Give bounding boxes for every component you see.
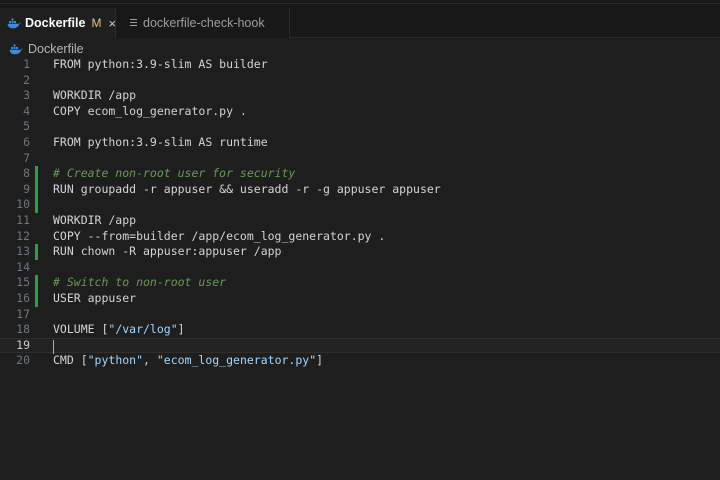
code-string: "ecom_log_generator.py" [156,353,317,368]
line-number: 6 [23,135,30,149]
code-line[interactable]: 15 # Switch to non-root user [0,275,720,291]
code-line[interactable]: 2 [0,73,720,89]
modified-indicator: M [91,16,102,30]
code-line[interactable]: 1 FROM python:3.9-slim AS builder [0,57,720,73]
gutter-added-marker[interactable] [35,166,38,213]
code-line[interactable]: 12 COPY --from=builder /app/ecom_log_gene… [0,229,720,245]
code-string: "python" [87,353,144,368]
line-number: 7 [23,150,30,165]
code-line[interactable]: 6 FROM python:3.9-slim AS runtime [0,135,720,151]
code-string: "/var/log" [108,322,178,337]
line-number: 3 [23,88,30,103]
code-line[interactable]: 14 [0,260,720,276]
line-number: 14 [16,259,30,274]
code-text: WORKDIR /app [53,88,136,104]
code-token: FROM python:3.9-slim AS builder [53,57,268,71]
line-number: 1 [23,57,30,71]
line-number: 11 [16,213,30,227]
code-line[interactable]: 13 RUN chown -R appuser:appuser /app [0,244,720,260]
code-line[interactable]: 3 WORKDIR /app [0,88,720,104]
tab-dockerfile[interactable]: Dockerfile M × [0,8,116,38]
code-text: WORKDIR /app [53,213,136,229]
code-token: USER appuser [53,291,137,305]
line-number: 19 [16,337,30,352]
code-token: COPY --from=builder /app/ecom_log_genera… [53,228,386,243]
line-number: 16 [16,291,30,305]
tab-label: dockerfile-check-hook [143,16,265,30]
code-comment: # Switch to non-root user [53,275,227,290]
line-number: 4 [23,103,30,118]
code-token: RUN groupadd -r appuser && useradd -r -g… [53,181,441,196]
code-line[interactable]: 7 [0,151,720,167]
line-number: 15 [16,275,30,290]
code-line[interactable]: 16 USER appuser [0,291,720,307]
line-number: 8 [23,166,30,181]
text-cursor [53,339,54,354]
line-number: 10 [16,197,30,212]
code-text: # Create non-root user for security [53,166,295,182]
line-number: 5 [23,119,30,134]
code-text: COPY --from=builder /app/ecom_log_genera… [53,229,385,245]
code-comment: # Create non-root user for security [53,166,296,181]
code-line[interactable]: 10 [0,197,720,213]
code-token: COPY ecom_log_generator.py . [53,103,247,118]
docker-whale-icon [7,16,21,30]
docker-whale-icon [9,43,23,55]
line-number: 12 [16,228,30,243]
line-number: 13 [16,244,30,259]
code-line[interactable]: 4 COPY ecom_log_generator.py . [0,104,720,120]
file-lines-icon [130,19,137,27]
code-line[interactable]: 9 RUN groupadd -r appuser && useradd -r -… [0,182,720,198]
line-number: 17 [16,306,30,321]
line-number: 20 [16,353,30,368]
gutter-added-marker[interactable] [35,244,38,260]
code-text: RUN chown -R appuser:appuser /app [53,244,281,260]
line-number: 9 [23,181,30,196]
line-number: 18 [16,322,30,337]
breadcrumb[interactable]: Dockerfile [0,39,720,59]
code-token: ] [177,322,185,337]
line-number: 2 [23,72,30,87]
code-text: RUN groupadd -r appuser && useradd -r -g… [53,182,441,198]
code-token: WORKDIR /app [53,88,137,103]
code-token: WORKDIR /app [53,213,137,227]
window-top-strip [0,0,720,8]
code-line[interactable]: 20 CMD ["python", "ecom_log_generator.py"… [0,353,720,369]
code-token: FROM python:3.9-slim AS runtime [53,135,268,149]
code-text: FROM python:3.9-slim AS runtime [53,135,268,151]
code-token: VOLUME [ [53,322,109,337]
breadcrumb-label: Dockerfile [28,42,84,56]
code-token: , [143,353,157,368]
code-line[interactable]: 5 [0,119,720,135]
code-line-current[interactable]: 19 [0,337,720,354]
code-line[interactable]: 18 VOLUME ["/var/log"] [0,322,720,338]
code-line[interactable]: 11 WORKDIR /app [0,213,720,229]
code-text: CMD ["python", "ecom_log_generator.py"] [53,353,323,369]
close-tab-button[interactable]: × [108,17,116,30]
code-text: USER appuser [53,291,136,307]
code-text: # Switch to non-root user [53,275,226,291]
code-line[interactable]: 17 [0,307,720,323]
code-token: ] [316,353,324,368]
code-text: FROM python:3.9-slim AS builder [53,57,268,73]
tab-label: Dockerfile [25,16,86,30]
gutter-added-marker[interactable] [35,275,38,307]
code-text: COPY ecom_log_generator.py . [53,104,247,120]
code-line[interactable]: 8 # Create non-root user for security [0,166,720,182]
code-editor[interactable]: 1 FROM python:3.9-slim AS builder 2 3 WORKDI… [0,57,720,480]
code-text: VOLUME ["/var/log"] [53,322,185,338]
code-token: CMD [ [53,353,88,368]
code-token: RUN chown -R appuser:appuser /app [53,244,282,259]
editor-tab-bar: Dockerfile M × dockerfile-check-hook [0,8,720,38]
tab-dockerfile-check-hook[interactable]: dockerfile-check-hook [116,8,290,38]
